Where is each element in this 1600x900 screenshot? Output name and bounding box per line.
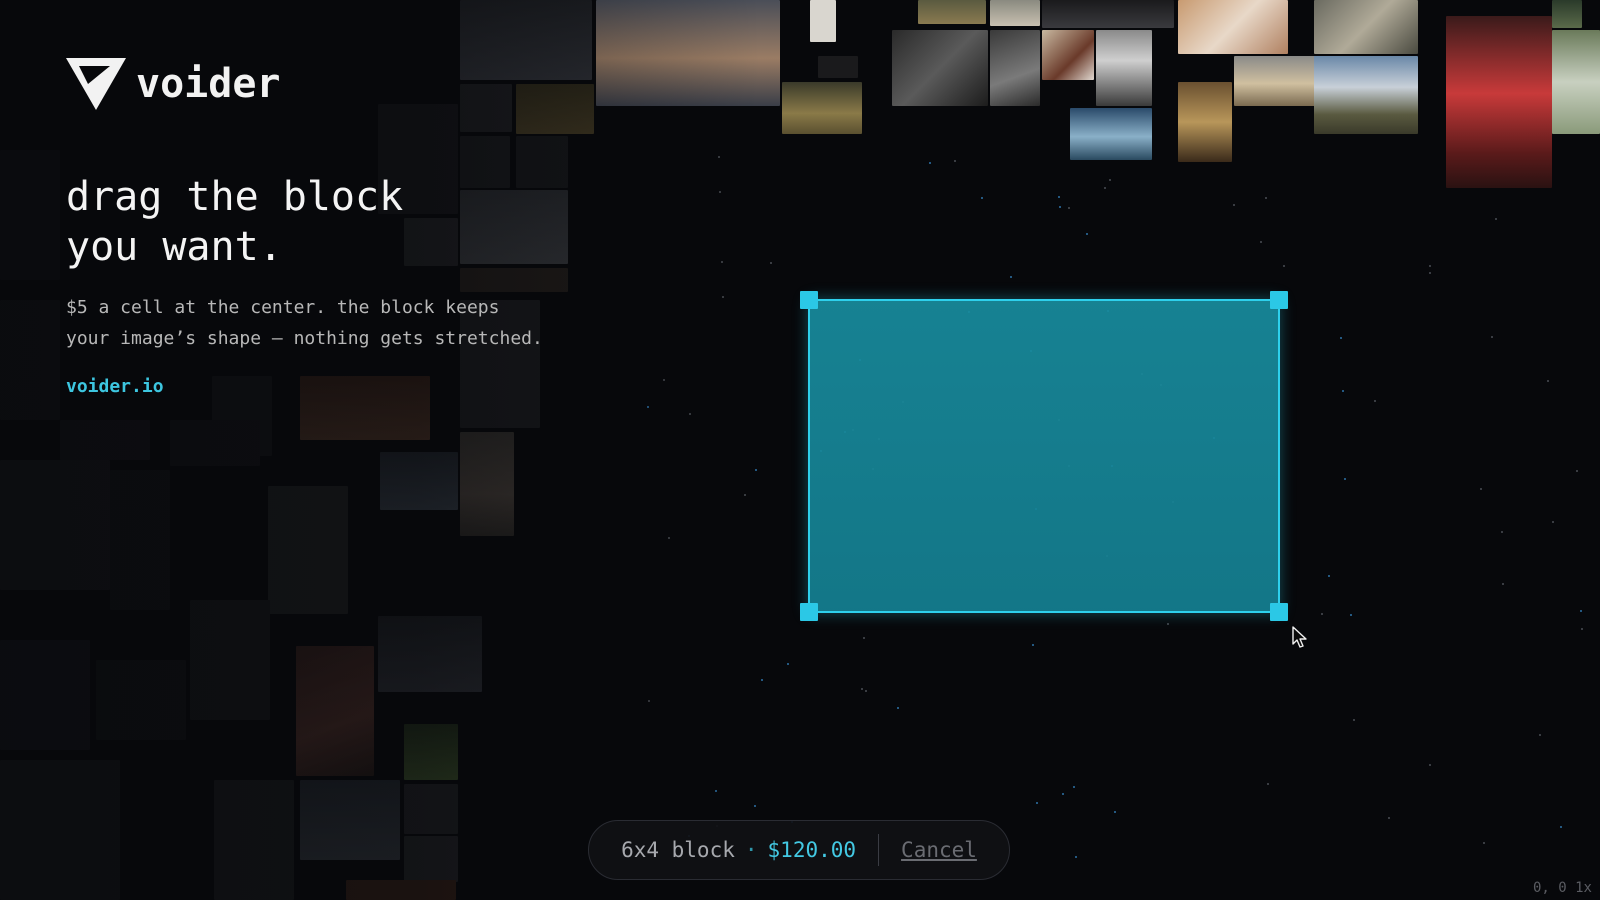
star-dot [689, 413, 691, 415]
star-dot [668, 537, 670, 539]
star-dot [1010, 276, 1012, 278]
selection-block[interactable] [800, 291, 1288, 621]
star-dot [1059, 206, 1061, 208]
star-dot [1321, 613, 1323, 615]
star-dot [1109, 179, 1111, 181]
site-link[interactable]: voider.io [66, 376, 164, 397]
star-dot [981, 197, 983, 199]
star-dot [1267, 783, 1269, 785]
star-dot [1501, 531, 1503, 533]
star-dot [663, 379, 665, 381]
star-dot [1068, 207, 1070, 209]
star-dot [761, 679, 763, 681]
star-dot [1032, 644, 1034, 646]
star-field [0, 0, 1600, 900]
star-dot [1167, 623, 1169, 625]
star-dot [1283, 265, 1285, 267]
star-dot [1350, 614, 1352, 616]
voider-logo-icon [66, 58, 126, 110]
star-dot [1058, 196, 1060, 198]
headline-line: drag the block [66, 174, 404, 220]
cancel-button[interactable]: Cancel [901, 838, 977, 862]
star-dot [1580, 610, 1582, 612]
star-dot [1429, 265, 1431, 267]
star-dot [1552, 521, 1554, 523]
star-dot [954, 160, 956, 162]
star-dot [755, 469, 757, 471]
star-dot [1260, 241, 1262, 243]
star-dot [1480, 488, 1482, 490]
resize-handle-top-right[interactable] [1270, 291, 1288, 309]
star-dot [1547, 380, 1549, 382]
block-size-label: 6x4 block [621, 838, 735, 862]
star-dot [1353, 719, 1355, 721]
subtext-line: $5 a cell at the center. the block keeps [66, 297, 500, 318]
star-dot [1581, 628, 1583, 630]
star-dot [1539, 734, 1541, 736]
star-dot [1265, 197, 1267, 199]
star-dot [1036, 802, 1038, 804]
resize-handle-bottom-left[interactable] [800, 603, 818, 621]
headline: drag the block you want. [66, 172, 403, 272]
star-dot [1576, 470, 1578, 472]
star-dot [897, 707, 899, 709]
star-dot [1374, 400, 1376, 402]
star-dot [1495, 218, 1497, 220]
brand[interactable]: voider [66, 58, 281, 110]
star-dot [1491, 336, 1493, 338]
star-dot [787, 663, 789, 665]
subtext-line: your image’s shape — nothing gets stretc… [66, 328, 543, 349]
star-dot [1073, 786, 1075, 788]
star-dot [722, 296, 724, 298]
star-dot [647, 406, 649, 408]
star-dot [863, 637, 865, 639]
canvas-stage[interactable]: voider drag the block you want. $5 a cel… [0, 0, 1600, 900]
coordinates-readout: 0, 0 1x [1532, 880, 1592, 896]
headline-line: you want. [66, 224, 283, 270]
star-dot [929, 162, 931, 164]
star-dot [1104, 187, 1106, 189]
star-dot [770, 262, 772, 264]
star-dot [1344, 478, 1346, 480]
star-dot [1086, 233, 1088, 235]
separator-dot: · [744, 838, 758, 862]
star-dot [1429, 272, 1431, 274]
star-dot [721, 261, 723, 263]
star-dot [1062, 793, 1064, 795]
star-dot [1114, 811, 1116, 813]
star-dot [1502, 583, 1504, 585]
star-dot [718, 156, 720, 158]
arrow-cursor-icon [1292, 626, 1307, 648]
resize-handle-top-left[interactable] [800, 291, 818, 309]
star-dot [1340, 337, 1342, 339]
star-dot [1429, 764, 1431, 766]
star-dot [1388, 817, 1390, 819]
resize-handle-bottom-right[interactable] [1270, 603, 1288, 621]
star-dot [1075, 856, 1077, 858]
star-dot [648, 700, 650, 702]
star-dot [715, 790, 717, 792]
order-bar: 6x4 block · $120.00 Cancel [588, 820, 1010, 880]
star-dot [1328, 575, 1330, 577]
star-dot [865, 690, 867, 692]
star-dot [754, 805, 756, 807]
star-dot [1342, 390, 1344, 392]
star-dot [861, 688, 863, 690]
star-dot [719, 191, 721, 193]
star-dot [1483, 842, 1485, 844]
hero-subtext: $5 a cell at the center. the block keeps… [66, 292, 543, 354]
star-dot [1233, 204, 1235, 206]
brand-name: voider [136, 61, 281, 107]
bar-divider [878, 834, 880, 866]
star-dot [744, 494, 746, 496]
star-dot [1560, 826, 1562, 828]
block-price: $120.00 [767, 838, 857, 862]
